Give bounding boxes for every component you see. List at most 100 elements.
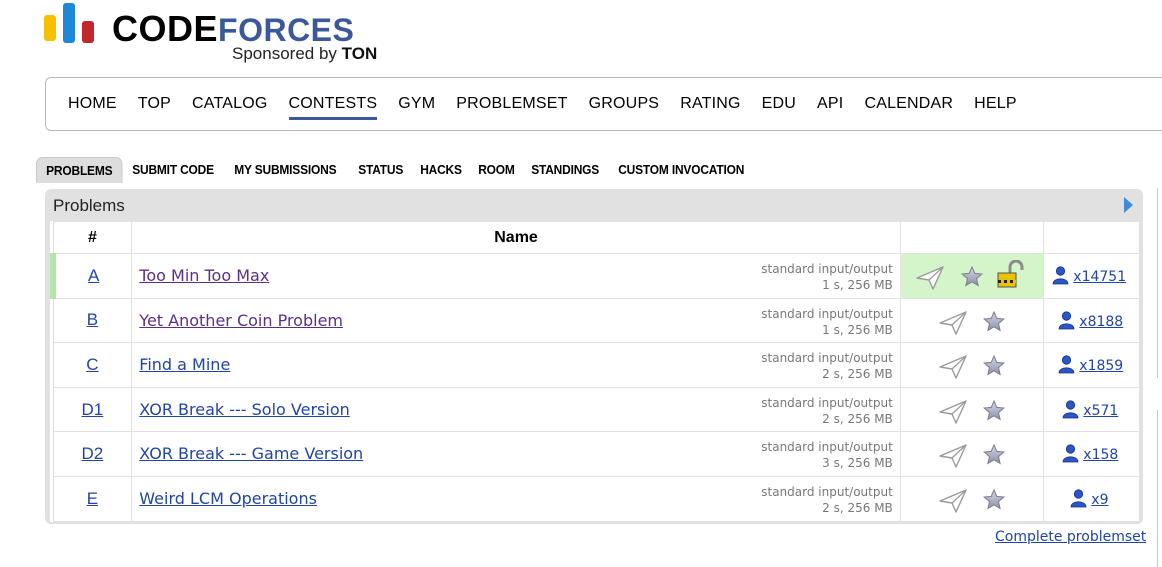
sidebar-edge <box>1157 188 1162 378</box>
problem-name-cell: Weird LCM Operations standard input/outpu… <box>131 475 901 522</box>
send-icon[interactable] <box>939 489 967 517</box>
user-icon <box>1058 310 1079 330</box>
header-actions <box>899 221 1045 254</box>
problem-name-link[interactable]: Too Min Too Max <box>139 266 269 285</box>
problem-name-link[interactable]: XOR Break --- Solo Version <box>139 400 349 419</box>
send-icon[interactable] <box>939 400 967 428</box>
complete-problemset-link[interactable]: Complete problemset <box>995 529 1146 545</box>
menu-item-calendar[interactable]: CALENDAR <box>864 95 953 113</box>
problem-name-link[interactable]: XOR Break --- Game Version <box>139 444 363 463</box>
solved-count-link[interactable]: x158 <box>1062 444 1118 463</box>
star-icon[interactable] <box>960 265 983 291</box>
problem-name-link[interactable]: Weird LCM Operations <box>139 489 317 508</box>
problem-actions-cell <box>899 431 1045 477</box>
solved-count: x158 <box>1083 447 1119 464</box>
star-icon[interactable] <box>982 444 1005 469</box>
tab-submit-code[interactable]: SUBMIT CODE <box>123 157 223 183</box>
triangle-right-icon[interactable] <box>1124 197 1133 213</box>
open-lock-icon[interactable] <box>997 259 1027 292</box>
table-row: D2 XOR Break --- Game Version standard inp… <box>52 431 1140 477</box>
problem-index-cell: E <box>52 475 133 522</box>
solved-count-link[interactable]: x1859 <box>1058 355 1123 374</box>
menu-item-rating[interactable]: RATING <box>680 95 740 113</box>
menu-item-problemset[interactable]: PROBLEMSET <box>456 95 567 113</box>
contest-menu: PROBLEMS SUBMIT CODE MY SUBMISSIONS STATUS H… <box>36 157 759 183</box>
problem-name-cell: XOR Break --- Game Version standard input… <box>131 431 901 477</box>
sponsor-text: Sponsored by TON <box>232 44 377 64</box>
menu-item-catalog[interactable]: CATALOG <box>192 95 268 113</box>
star-icon[interactable] <box>982 310 1005 336</box>
tab-room[interactable]: ROOM <box>469 157 524 183</box>
send-icon[interactable] <box>939 444 967 472</box>
user-icon <box>1070 489 1091 508</box>
tab-problems[interactable]: PROBLEMS <box>36 157 123 183</box>
codeforces-logo[interactable]: CODEFORCES Sponsored by TON <box>44 3 404 65</box>
problem-limits: standard input/output 2 s, 256 MB <box>761 350 893 382</box>
tab-my-submissions[interactable]: MY SUBMISSIONS <box>225 157 346 183</box>
header-index: # <box>52 221 133 254</box>
problem-index-link[interactable]: D2 <box>82 444 104 463</box>
io-type: standard input/output <box>761 440 893 455</box>
solved-count-cell: x1859 <box>1043 342 1140 388</box>
solved-count-link[interactable]: x14751 <box>1052 266 1126 285</box>
problem-actions-cell <box>899 342 1045 388</box>
table-header-row: # Name <box>52 221 1140 254</box>
tab-standings[interactable]: STANDINGS <box>522 157 608 183</box>
problem-index-link[interactable]: C <box>86 355 98 374</box>
io-type: standard input/output <box>761 484 893 499</box>
menu-item-top[interactable]: TOP <box>138 95 171 113</box>
problem-index-link[interactable]: D1 <box>82 400 104 419</box>
problems-table: # Name A Too Min Too Max standard input/ou… <box>50 221 1140 522</box>
star-icon[interactable] <box>982 354 1005 380</box>
solved-count: x571 <box>1083 402 1119 419</box>
table-row: E Weird LCM Operations standard input/outp… <box>52 475 1140 522</box>
problem-limits: standard input/output 1 s, 256 MB <box>761 306 893 338</box>
problem-name-link[interactable]: Find a Mine <box>139 355 230 374</box>
solved-count-cell: x571 <box>1043 386 1140 433</box>
solved-count: x8188 <box>1079 313 1124 330</box>
problem-name-cell: XOR Break --- Solo Version standard input… <box>131 386 901 433</box>
menu-item-help[interactable]: HELP <box>974 95 1017 113</box>
solved-count-cell: x158 <box>1043 431 1140 477</box>
star-icon[interactable] <box>982 488 1005 514</box>
problem-index-link[interactable]: B <box>87 310 98 329</box>
menu-item-contests[interactable]: CONTESTS <box>288 95 378 120</box>
sidebar-edge <box>1157 410 1162 567</box>
menu-item-edu[interactable]: EDU <box>762 95 796 113</box>
menu-item-api[interactable]: API <box>817 95 843 113</box>
menu-item-groups[interactable]: GROUPS <box>589 95 660 113</box>
solved-count-link[interactable]: x9 <box>1070 489 1109 508</box>
problem-index-cell: A <box>50 253 133 299</box>
solved-count-link[interactable]: x8188 <box>1058 310 1124 330</box>
logo-word-forces: FORCES <box>218 12 355 48</box>
star-icon[interactable] <box>982 399 1005 425</box>
sponsor-name: TON <box>341 44 378 63</box>
problem-name-link[interactable]: Yet Another Coin Problem <box>139 311 343 330</box>
time-memory-limit: 2 s, 256 MB <box>822 411 893 426</box>
io-type: standard input/output <box>761 395 893 410</box>
io-type: standard input/output <box>761 351 893 366</box>
time-memory-limit: 1 s, 256 MB <box>822 322 893 337</box>
table-row: D1 XOR Break --- Solo Version standard inp… <box>52 386 1140 433</box>
menu-item-gym[interactable]: GYM <box>398 95 435 113</box>
send-icon[interactable] <box>939 355 967 383</box>
problem-actions-cell <box>899 253 1045 299</box>
send-icon[interactable] <box>916 266 944 294</box>
solved-count-cell: x8188 <box>1043 297 1140 344</box>
solved-count: x1859 <box>1079 358 1124 375</box>
problem-index-link[interactable]: E <box>87 489 98 508</box>
send-icon[interactable] <box>939 310 967 339</box>
header-name: Name <box>131 221 901 254</box>
problem-index-cell: D1 <box>52 386 133 433</box>
menu-item-home[interactable]: HOME <box>68 95 117 113</box>
header-solved <box>1043 221 1140 254</box>
problem-index-link[interactable]: A <box>88 266 99 285</box>
problem-limits: standard input/output 3 s, 256 MB <box>761 439 893 471</box>
time-memory-limit: 1 s, 256 MB <box>822 278 893 292</box>
time-memory-limit: 3 s, 256 MB <box>822 456 893 471</box>
tab-status[interactable]: STATUS <box>349 157 412 183</box>
tab-hacks[interactable]: HACKS <box>411 157 471 183</box>
user-icon <box>1052 266 1073 285</box>
solved-count-link[interactable]: x571 <box>1062 400 1118 419</box>
tab-custom-invocation[interactable]: CUSTOM INVOCATION <box>609 157 753 183</box>
